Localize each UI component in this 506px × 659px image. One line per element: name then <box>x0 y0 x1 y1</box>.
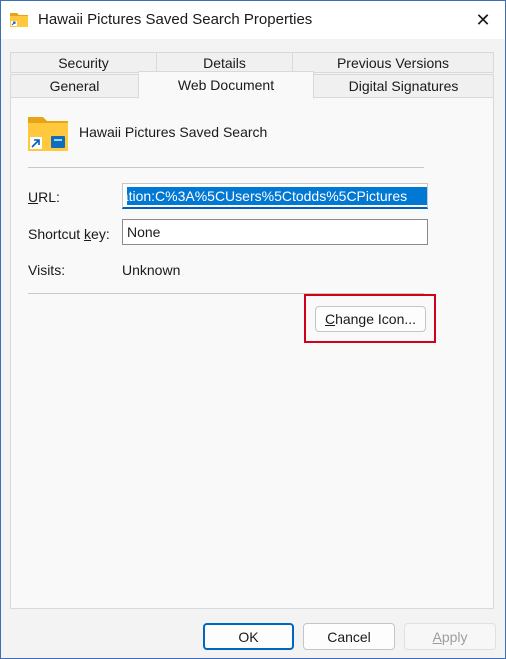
tab-previous-versions[interactable]: Previous Versions <box>292 52 494 73</box>
shortcut-key-input[interactable]: None <box>122 219 428 245</box>
url-label-text: RL: <box>38 189 60 205</box>
properties-dialog: Hawaii Pictures Saved Search Properties … <box>0 0 506 659</box>
visits-label: Visits: <box>28 262 66 278</box>
title-bar: Hawaii Pictures Saved Search Properties … <box>1 1 505 39</box>
separator <box>28 167 424 168</box>
url-label-accel: U <box>28 189 39 205</box>
cancel-button[interactable]: Cancel <box>303 623 395 650</box>
folder-icon <box>10 13 28 27</box>
url-value: ocation:C%3A%5CUsers%5Ctodds%5CPictures <box>122 188 408 204</box>
apply-accel: A <box>432 628 442 645</box>
change-icon-accel: C <box>324 311 336 327</box>
url-label: URL: <box>28 189 60 205</box>
tab-label: Security <box>58 54 109 71</box>
tab-digital-signatures[interactable]: Digital Signatures <box>313 74 494 98</box>
tab-security[interactable]: Security <box>10 52 157 73</box>
url-selected-text: ocation:C%3A%5CUsers%5Ctodds%5CPictures <box>123 187 427 205</box>
change-icon-label: hange Icon... <box>335 311 417 327</box>
saved-search-folder-shortcut-icon <box>28 117 68 151</box>
close-icon: ✕ <box>475 9 491 30</box>
tab-web-document[interactable]: Web Document <box>138 71 314 99</box>
shortcut-key-value: None <box>127 224 161 240</box>
visits-value: Unknown <box>122 262 181 278</box>
cancel-label: Cancel <box>327 628 371 645</box>
change-icon-button[interactable]: Change Icon... <box>315 306 426 332</box>
ok-button[interactable]: OK <box>203 623 294 650</box>
shortcut-label-accel: k <box>84 226 92 242</box>
ok-label: OK <box>238 628 259 645</box>
tab-label: Digital Signatures <box>348 78 459 94</box>
shortcut-key-label: Shortcut key: <box>28 226 110 242</box>
close-button[interactable]: ✕ <box>461 1 505 39</box>
tab-label: Web Document <box>177 77 275 93</box>
document-name: Hawaii Pictures Saved Search <box>79 124 268 140</box>
tab-label: Details <box>203 54 246 71</box>
tab-details[interactable]: Details <box>156 52 293 73</box>
shortcut-label-pre: Shortcut <box>28 226 85 242</box>
url-input[interactable]: ocation:C%3A%5CUsers%5Ctodds%5CPictures <box>122 183 428 209</box>
tab-general[interactable]: General <box>10 74 139 98</box>
tab-label: General <box>49 78 100 94</box>
shortcut-label-post: ey: <box>91 226 110 242</box>
apply-button[interactable]: Apply <box>404 623 496 650</box>
tab-label: Previous Versions <box>336 54 450 71</box>
tab-panel <box>10 97 494 609</box>
apply-label: pply <box>441 628 468 645</box>
window-title: Hawaii Pictures Saved Search Properties <box>38 11 313 28</box>
